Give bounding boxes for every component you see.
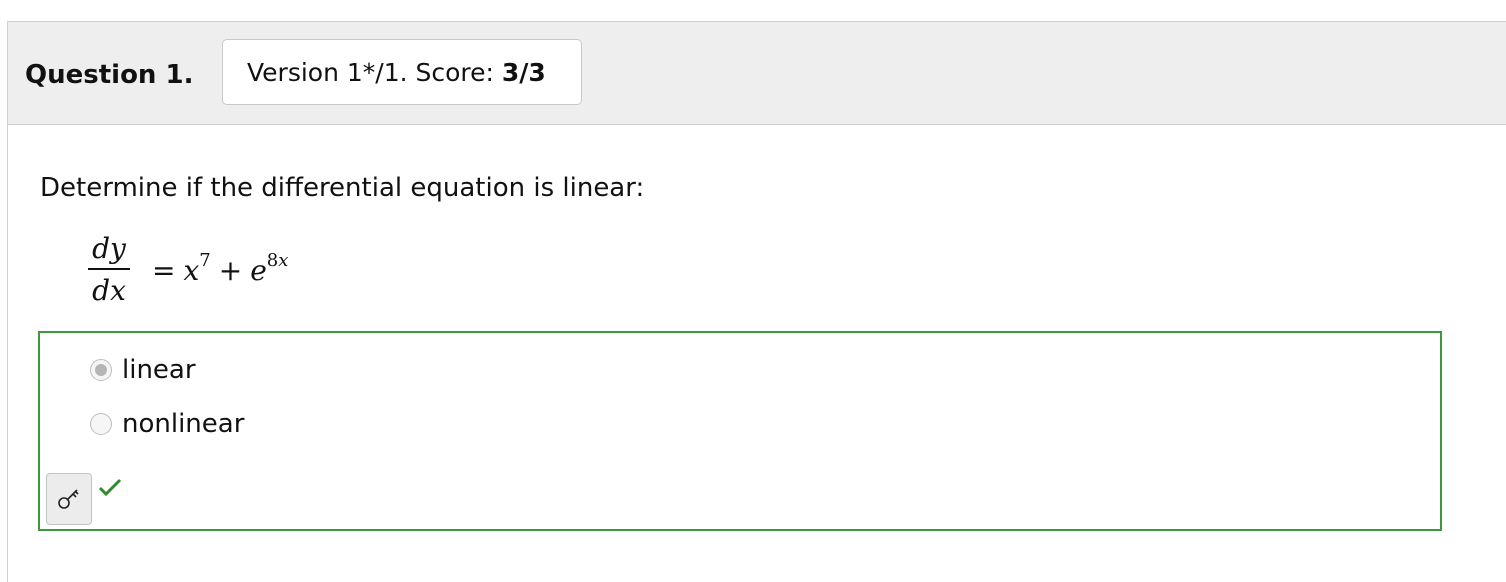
question-prompt: Determine if the differential equation i… <box>40 173 645 203</box>
fraction-numerator: dy <box>92 232 126 265</box>
option-label-nonlinear[interactable]: nonlinear <box>122 409 244 439</box>
equals-sign: = <box>152 254 176 287</box>
term-exponent-8x: 8x <box>267 250 289 271</box>
checkmark-icon <box>98 478 122 497</box>
show-answer-key-button[interactable] <box>46 473 92 525</box>
plus-sign: + <box>218 254 243 287</box>
answer-box: linear nonlinear <box>38 331 1442 531</box>
exponent-coefficient: 8 <box>266 250 279 271</box>
version-label: Version 1*/1. Score: <box>247 58 502 87</box>
option-label-linear[interactable]: linear <box>122 355 196 385</box>
term-base-x: x <box>183 254 200 287</box>
version-score-box: Version 1*/1. Score: 3/3 <box>222 39 582 105</box>
radio-nonlinear[interactable] <box>90 413 112 435</box>
derivative-fraction: dy dx <box>88 232 130 308</box>
option-nonlinear[interactable]: nonlinear <box>90 409 244 439</box>
term-exponent-7: 7 <box>199 250 211 271</box>
score-value: 3/3 <box>501 58 546 87</box>
option-linear[interactable]: linear <box>90 355 196 385</box>
exponent-variable: x <box>278 250 289 271</box>
key-icon <box>58 489 79 509</box>
radio-linear[interactable] <box>90 359 112 381</box>
equation-right-side: = x7 + e8x <box>144 250 288 292</box>
fraction-bar <box>88 268 130 270</box>
term-base-e: e <box>250 254 267 287</box>
version-score-text: Version 1*/1. Score: 3/3 <box>247 58 546 88</box>
fraction-denominator: dx <box>92 274 126 307</box>
question-header: Question 1. Version 1*/1. Score: 3/3 <box>8 22 1506 125</box>
question-title: Question 1. <box>25 60 194 90</box>
